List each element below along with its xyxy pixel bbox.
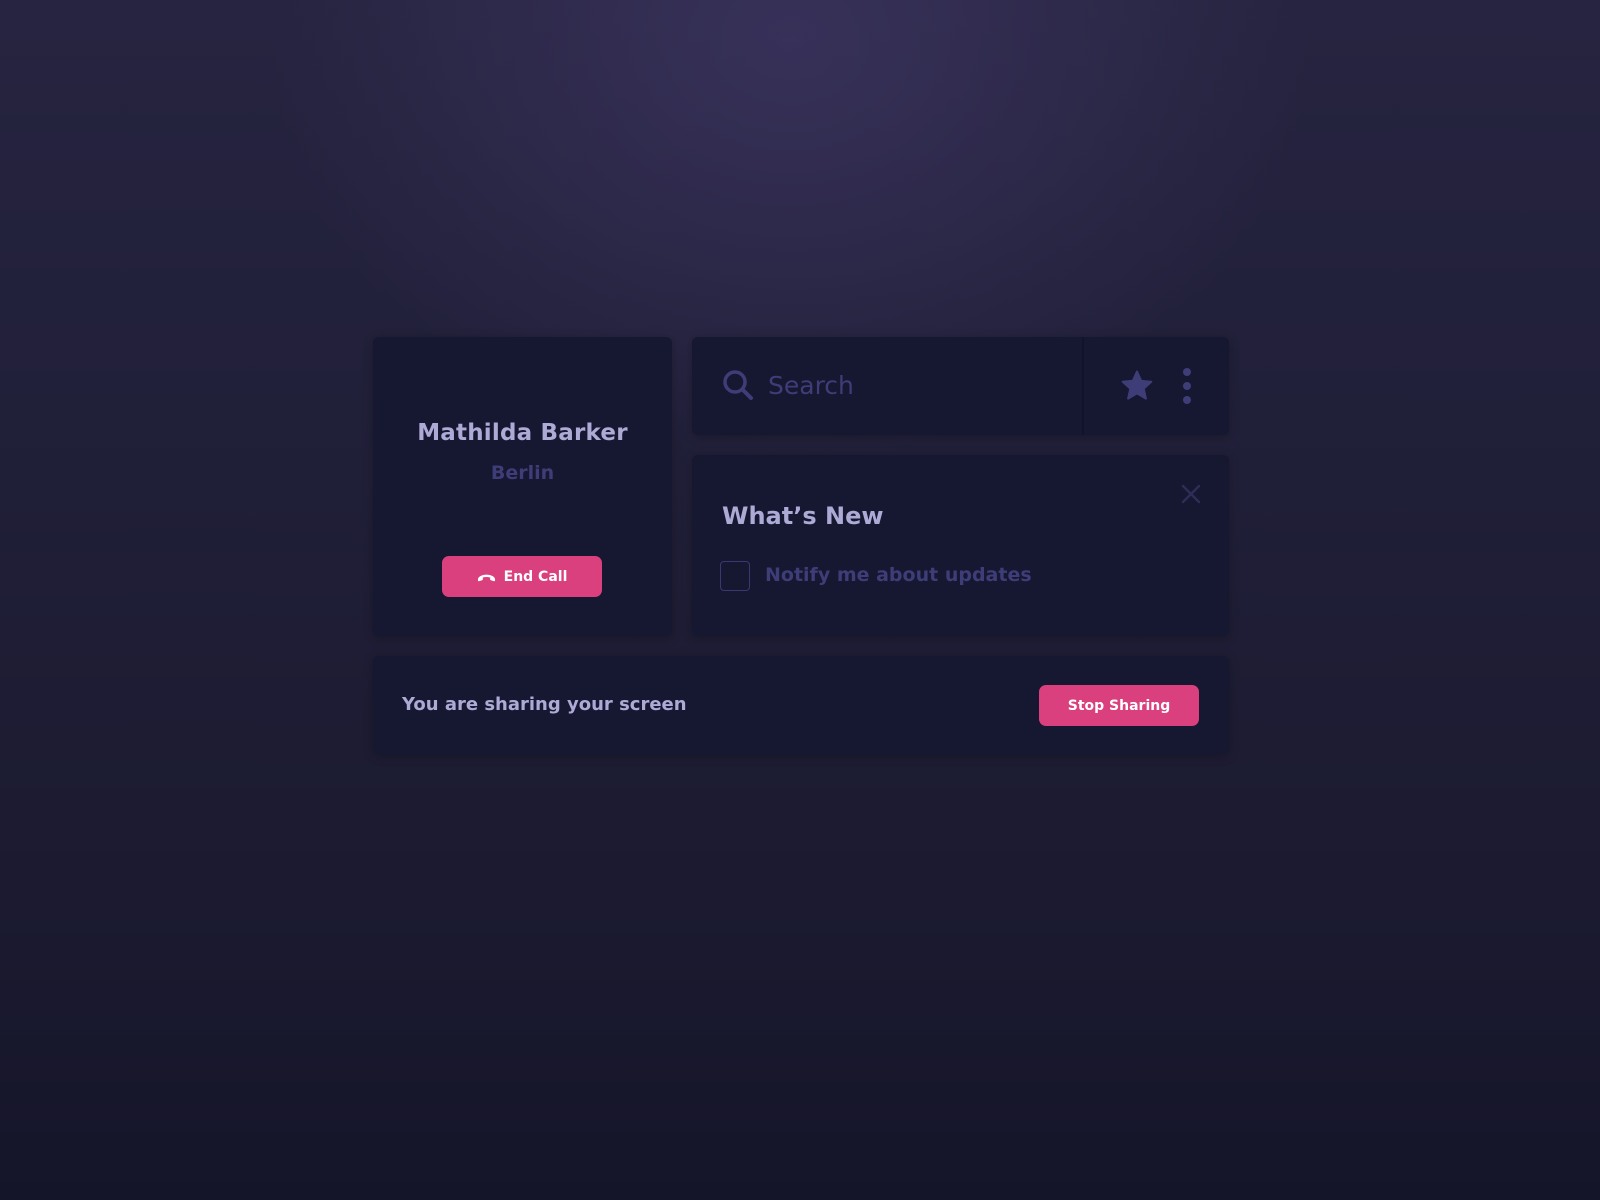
search-divider [1082, 337, 1084, 435]
screen-share-bar: You are sharing your screen Stop Sharing [373, 656, 1229, 754]
contact-card: Mathilda Barker Berlin End Call [373, 337, 672, 636]
notify-checkbox-label[interactable]: Notify me about updates [765, 564, 1032, 586]
whats-new-panel: What’s New Notify me about updates [692, 455, 1229, 636]
phone-hangup-icon [477, 574, 495, 581]
search-bar [692, 337, 1229, 435]
screen-share-message: You are sharing your screen [402, 694, 687, 715]
search-icon [723, 370, 753, 400]
whats-new-title: What’s New [722, 502, 884, 530]
star-icon[interactable] [1120, 369, 1154, 403]
close-icon[interactable] [1180, 483, 1202, 505]
end-call-button[interactable]: End Call [442, 556, 602, 597]
contact-name: Mathilda Barker [417, 420, 628, 446]
search-input[interactable] [768, 362, 1058, 408]
stop-sharing-button[interactable]: Stop Sharing [1039, 685, 1199, 726]
notify-checkbox[interactable] [720, 561, 750, 591]
stop-sharing-label: Stop Sharing [1067, 697, 1171, 714]
end-call-label: End Call [503, 568, 568, 585]
contact-location: Berlin [490, 462, 555, 484]
more-vertical-icon[interactable] [1180, 367, 1194, 405]
